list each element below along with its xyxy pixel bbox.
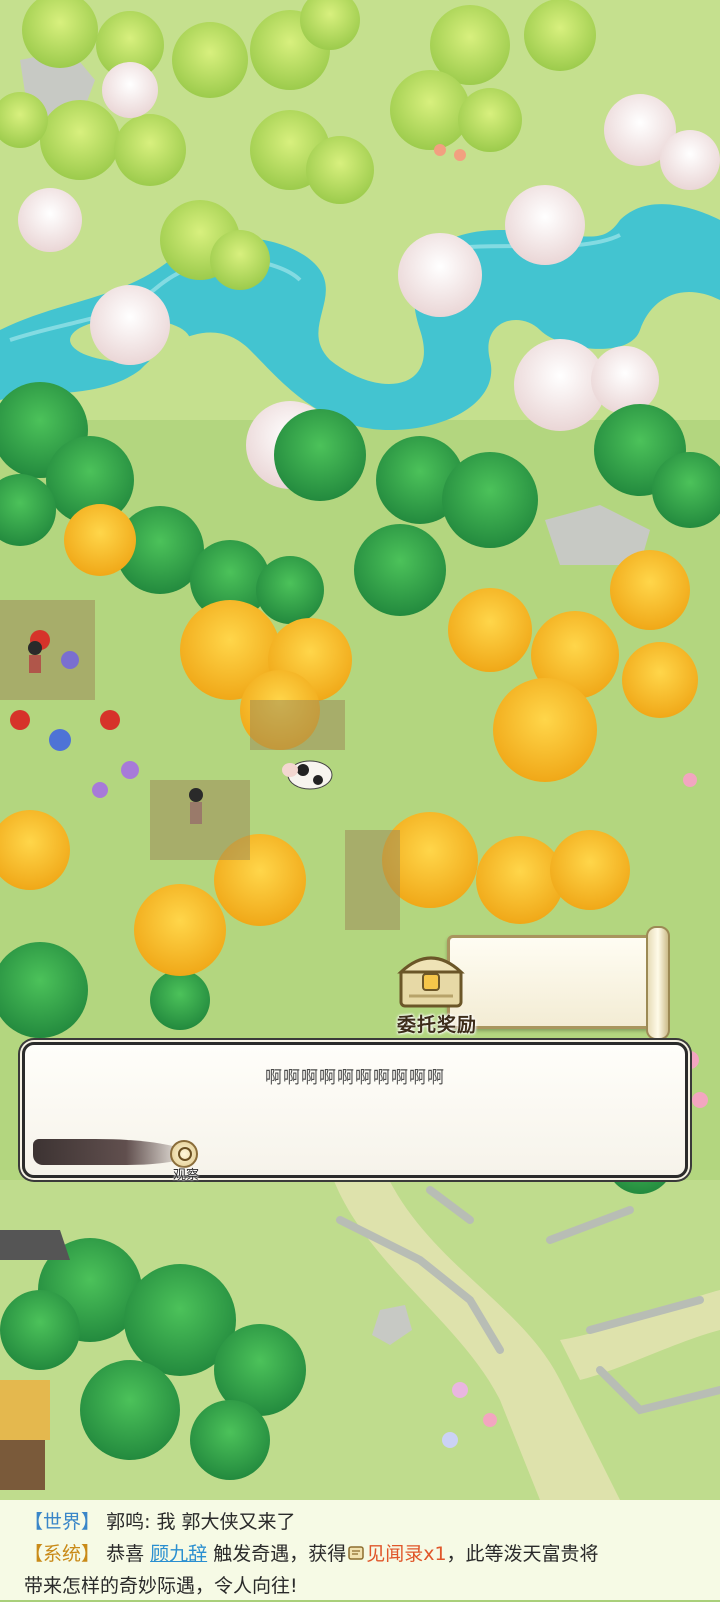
observe-label: 观察 [172, 1168, 199, 1183]
observe-button[interactable]: 观察 [166, 1140, 204, 1183]
player-name-link[interactable]: 顾九辞 [150, 1543, 207, 1565]
dialog-box[interactable]: 啊啊啊啊啊啊啊啊啊啊 [22, 1042, 688, 1178]
world-map[interactable] [0, 0, 720, 1600]
chat-line-continuation: 带来怎样的奇妙际遇，令人向往! [24, 1575, 298, 1597]
chat-middle: 触发奇遇，获得 [213, 1543, 347, 1565]
reward-chest-icon[interactable] [395, 948, 467, 1010]
chat-line-world: 【世界】 郭鸣: 我 郭大侠又来了 [24, 1506, 702, 1538]
chat-message: 我 郭大侠又来了 [156, 1511, 296, 1533]
channel-world[interactable]: 【世界】 [24, 1511, 100, 1533]
reward-label: 委托奖励 [396, 1014, 477, 1036]
item-link[interactable]: 见闻录x1 [366, 1543, 446, 1565]
chat-suffix: ，此等泼天富贵将 [446, 1543, 599, 1565]
chat-speaker[interactable]: 郭鸣: [106, 1511, 150, 1533]
chat-prefix: 恭喜 [106, 1543, 145, 1565]
chat-line-system: 【系统】 恭喜 顾九辞 触发奇遇，获得 见闻录x1，此等泼天富贵将 [24, 1538, 702, 1570]
ink-brush-decoration [33, 1139, 188, 1165]
scroll-item-icon [348, 1546, 364, 1560]
dialog-text: 啊啊啊啊啊啊啊啊啊啊 [265, 1068, 445, 1088]
channel-system[interactable]: 【系统】 [24, 1543, 100, 1565]
chat-panel[interactable]: 【世界】 郭鸣: 我 郭大侠又来了 【系统】 恭喜 顾九辞 触发奇遇，获得 见闻录… [0, 1500, 720, 1600]
